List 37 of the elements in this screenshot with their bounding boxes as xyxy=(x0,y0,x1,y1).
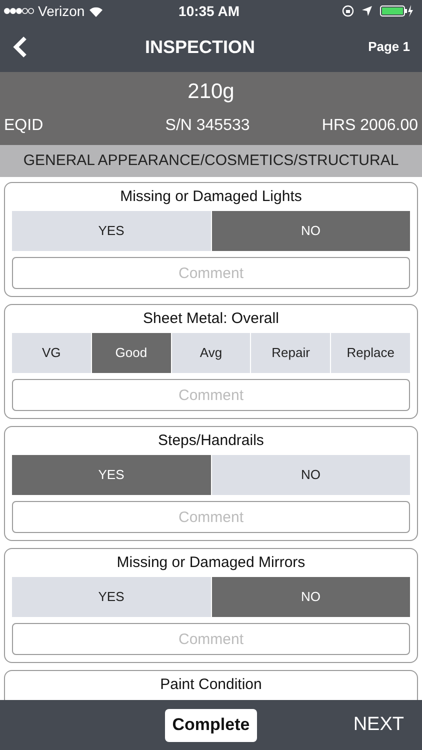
question-title: Paint Condition xyxy=(159,674,263,695)
question-title: Steps/Handrails xyxy=(157,430,265,451)
equipment-model: 210g xyxy=(186,79,236,105)
wifi-icon xyxy=(88,6,103,16)
comment-field[interactable]: Comment xyxy=(12,379,410,411)
location-icon xyxy=(362,6,372,16)
option-button[interactable]: Good xyxy=(92,333,171,373)
carrier-name: Verizon xyxy=(38,2,85,20)
option-button[interactable]: NO xyxy=(212,455,410,495)
option-button[interactable]: Replace xyxy=(331,333,410,373)
option-button[interactable]: YES xyxy=(12,211,210,251)
comment-field[interactable]: Comment xyxy=(12,501,410,533)
page-indicator: Page 1 xyxy=(367,38,410,56)
option-button[interactable]: Avg xyxy=(172,333,250,373)
battery-icon xyxy=(380,5,414,17)
hours-reading: HRS 2006.00 xyxy=(322,116,418,136)
serial-number: S/N 345533 xyxy=(164,116,250,136)
option-button[interactable]: YES xyxy=(12,455,210,495)
question-title: Missing or Damaged Lights xyxy=(119,186,303,207)
screen-title: INSPECTION xyxy=(144,36,256,58)
question-title: Missing or Damaged Mirrors xyxy=(116,552,306,573)
signal-icon xyxy=(4,7,34,15)
option-button[interactable]: Repair xyxy=(251,333,330,373)
option-button[interactable]: NO xyxy=(212,211,410,251)
back-icon xyxy=(12,36,28,58)
section-header: GENERAL APPEARANCE/COSMETICS/STRUCTURAL xyxy=(0,145,422,177)
next-button[interactable]: NEXT xyxy=(353,710,404,740)
eqid-label: EQID xyxy=(4,116,44,136)
question-title: Sheet Metal: Overall xyxy=(142,308,280,329)
comment-field[interactable]: Comment xyxy=(12,257,410,289)
comment-field[interactable]: Comment xyxy=(12,623,410,655)
rotation-lock-icon xyxy=(342,5,354,17)
option-button[interactable]: VG xyxy=(12,333,91,373)
option-button[interactable]: YES xyxy=(12,577,210,617)
option-button[interactable]: NO xyxy=(212,577,410,617)
complete-button[interactable]: Complete xyxy=(165,708,257,742)
status-time: 10:35 AM xyxy=(178,2,240,20)
